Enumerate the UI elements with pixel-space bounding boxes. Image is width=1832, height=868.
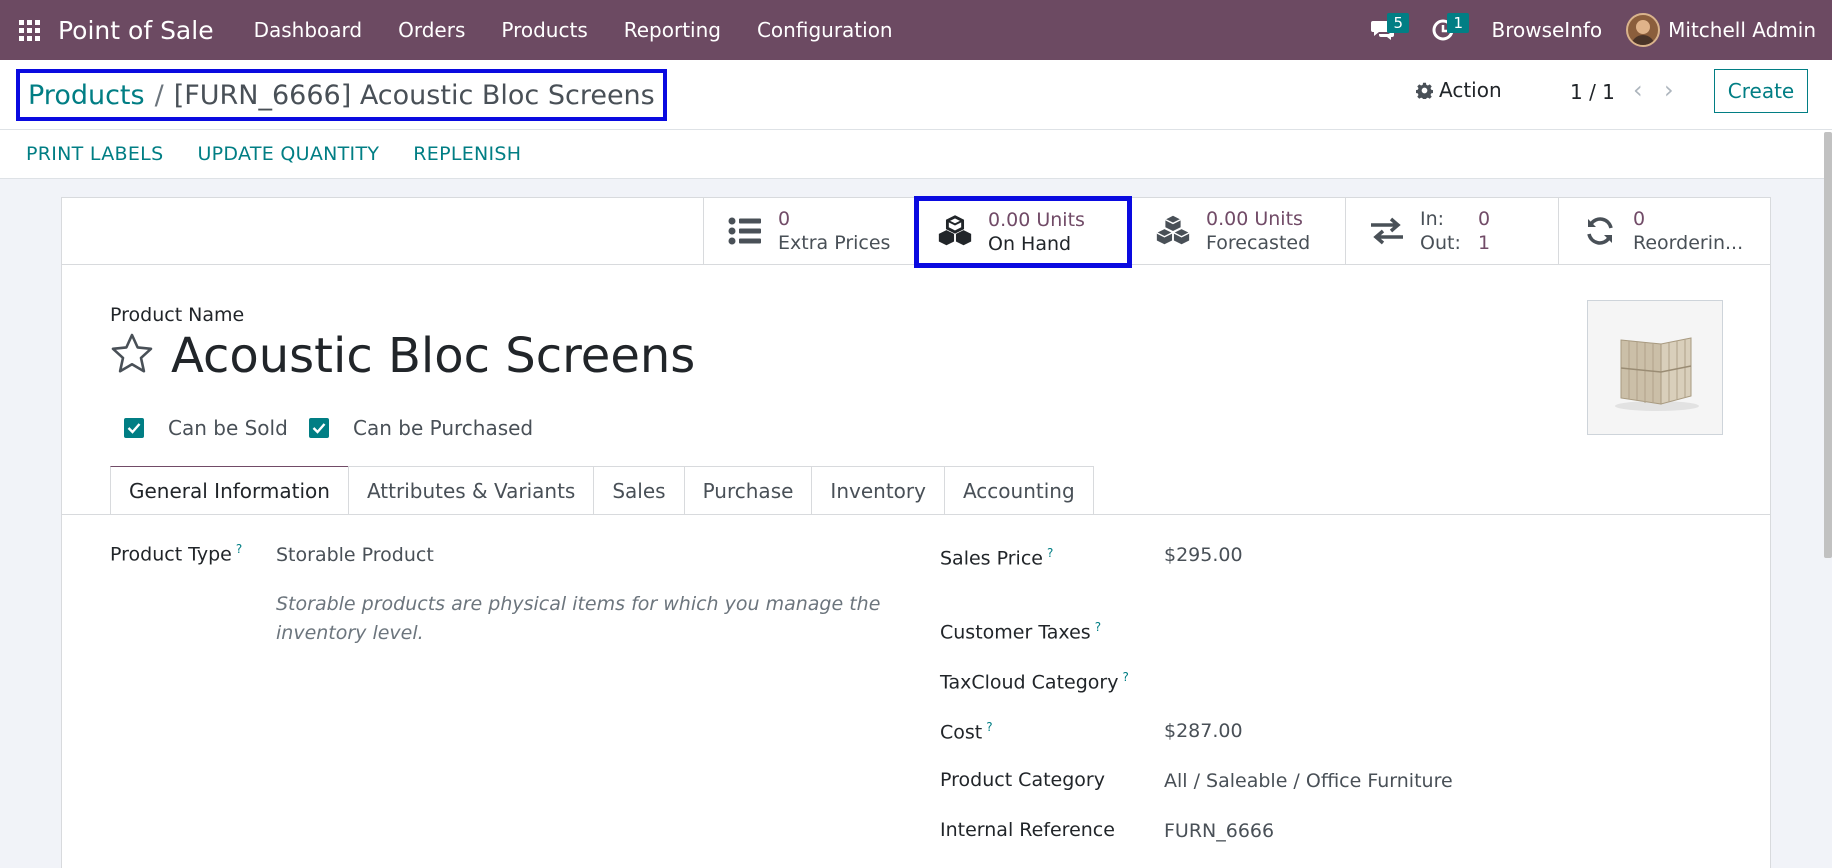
header-buttons: PRINT LABELS UPDATE QUANTITY REPLENISH <box>26 143 521 165</box>
product-category-label: Product Category <box>940 769 1105 791</box>
taxcloud-category-label: TaxCloud Category? <box>940 670 1129 694</box>
product-name-label: Product Name <box>110 304 245 326</box>
on-hand-button[interactable]: 0.00 Units On Hand <box>914 196 1132 268</box>
sales-price-field[interactable]: $295.00 <box>1164 544 1243 566</box>
check-icon <box>124 418 144 438</box>
tab-general-information[interactable]: General Information <box>110 466 349 514</box>
forecasted-value: 0.00 Units <box>1206 208 1303 230</box>
divider <box>62 514 1770 515</box>
reordering-button[interactable]: 0 Reorderin... <box>1558 198 1770 264</box>
can-be-purchased-checkbox[interactable]: Can be Purchased <box>309 416 533 440</box>
product-type-help: Storable products are physical items for… <box>276 593 881 644</box>
reordering-value: 0 <box>1633 208 1646 230</box>
menu-configuration[interactable]: Configuration <box>739 0 911 60</box>
user-menu[interactable]: Mitchell Admin <box>1668 18 1816 42</box>
internal-reference-field[interactable]: FURN_6666 <box>1164 820 1274 842</box>
breadcrumb-current: [FURN_6666] Acoustic Bloc Screens <box>173 79 655 111</box>
chevron-right-icon[interactable]: › <box>1664 76 1674 104</box>
tab-accounting[interactable]: Accounting <box>943 466 1094 514</box>
user-avatar[interactable] <box>1626 13 1661 47</box>
help-tooltip-icon[interactable]: ? <box>1095 620 1101 634</box>
can-be-sold-checkbox[interactable]: Can be Sold <box>124 416 288 440</box>
extra-prices-label: Extra Prices <box>778 232 891 254</box>
action-label: Action <box>1439 78 1502 102</box>
breadcrumb-products-link[interactable]: Products <box>28 80 145 111</box>
create-button[interactable]: Create <box>1714 69 1808 113</box>
taxcloud-category-field[interactable] <box>1164 670 1664 694</box>
can-be-sold-label: Can be Sold <box>168 416 288 440</box>
cubes-icon <box>1154 212 1192 250</box>
sales-price-label: Sales Price? <box>940 546 1054 570</box>
product-name[interactable]: Acoustic Bloc Screens <box>171 328 695 384</box>
on-hand-value: 0.00 Units <box>988 209 1085 231</box>
divider <box>0 129 1832 130</box>
exchange-icon <box>1368 212 1406 250</box>
scrollbar[interactable] <box>1824 132 1832 558</box>
in-out-button[interactable]: In: 0 Out: 1 <box>1345 198 1558 264</box>
cubes-icon <box>936 213 974 251</box>
product-type-field[interactable]: Storable Product <box>276 544 434 566</box>
tab-purchase[interactable]: Purchase <box>683 466 813 514</box>
cost-field[interactable]: $287.00 <box>1164 720 1243 742</box>
forecasted-button[interactable]: 0.00 Units Forecasted <box>1132 198 1345 264</box>
check-icon <box>309 418 329 438</box>
list-icon <box>726 212 764 250</box>
update-quantity-button[interactable]: UPDATE QUANTITY <box>197 143 379 165</box>
product-image[interactable] <box>1587 300 1723 435</box>
replenish-button[interactable]: REPLENISH <box>413 143 521 165</box>
breadcrumb: Products / [FURN_6666] Acoustic Bloc Scr… <box>16 69 667 121</box>
acoustic-screen-image <box>1615 336 1699 411</box>
notebook-tabs: General Information Attributes & Variant… <box>110 466 1094 514</box>
apps-menu-icon[interactable] <box>0 0 58 60</box>
extra-prices-button[interactable]: 0 Extra Prices <box>703 198 914 264</box>
customer-taxes-field[interactable] <box>1164 620 1664 644</box>
tab-attributes-variants[interactable]: Attributes & Variants <box>347 466 595 514</box>
breadcrumb-separator: / <box>154 79 164 111</box>
help-tooltip-icon[interactable]: ? <box>986 720 992 734</box>
help-tooltip-icon[interactable]: ? <box>1122 670 1128 684</box>
help-tooltip-icon[interactable]: ? <box>1047 546 1053 560</box>
action-button[interactable]: Action <box>1416 78 1502 102</box>
pager-value[interactable]: 1 / 1 <box>1570 80 1615 104</box>
tab-inventory[interactable]: Inventory <box>811 466 945 514</box>
smart-buttons: 0 Extra Prices 0.00 Units On Hand 0.00 U… <box>62 196 1770 268</box>
activities-badge: 1 <box>1447 13 1470 33</box>
customer-taxes-label: Customer Taxes? <box>940 620 1102 644</box>
chevron-left-icon[interactable]: ‹ <box>1633 76 1643 104</box>
app-name[interactable]: Point of Sale <box>58 16 214 45</box>
on-hand-label: On Hand <box>988 233 1072 255</box>
out-label: Out: <box>1420 232 1461 254</box>
reordering-label: Reorderin... <box>1633 232 1744 254</box>
top-navbar: Point of Sale Dashboard Orders Products … <box>0 0 1832 60</box>
tab-sales[interactable]: Sales <box>593 466 685 514</box>
star-icon[interactable] <box>110 332 154 378</box>
activities-button[interactable]: 1 <box>1413 0 1473 60</box>
extra-prices-value: 0 <box>778 208 791 230</box>
forecasted-label: Forecasted <box>1206 232 1311 254</box>
company-switcher[interactable]: BrowseInfo <box>1473 18 1626 42</box>
cost-label: Cost? <box>940 720 993 744</box>
print-labels-button[interactable]: PRINT LABELS <box>26 143 163 165</box>
menu-reporting[interactable]: Reporting <box>606 0 739 60</box>
in-value: 0 <box>1478 208 1491 230</box>
help-tooltip-icon[interactable]: ? <box>236 542 242 556</box>
refresh-icon <box>1581 212 1619 250</box>
out-value: 1 <box>1478 232 1491 254</box>
menu-orders[interactable]: Orders <box>380 0 483 60</box>
product-type-label: Product Type? <box>110 542 243 566</box>
product-category-field[interactable]: All / Saleable / Office Furniture <box>1164 770 1453 792</box>
messages-badge: 5 <box>1387 13 1410 33</box>
internal-reference-label: Internal Reference <box>940 819 1115 841</box>
form-sheet: 0 Extra Prices 0.00 Units On Hand 0.00 U… <box>61 196 1771 868</box>
in-label: In: <box>1420 208 1445 230</box>
control-panel: Products / [FURN_6666] Acoustic Bloc Scr… <box>0 60 1832 179</box>
messages-button[interactable]: 5 <box>1353 0 1413 60</box>
menu-products[interactable]: Products <box>483 0 605 60</box>
gear-icon <box>1416 82 1433 99</box>
can-be-purchased-label: Can be Purchased <box>353 416 534 440</box>
menu-dashboard[interactable]: Dashboard <box>236 0 381 60</box>
